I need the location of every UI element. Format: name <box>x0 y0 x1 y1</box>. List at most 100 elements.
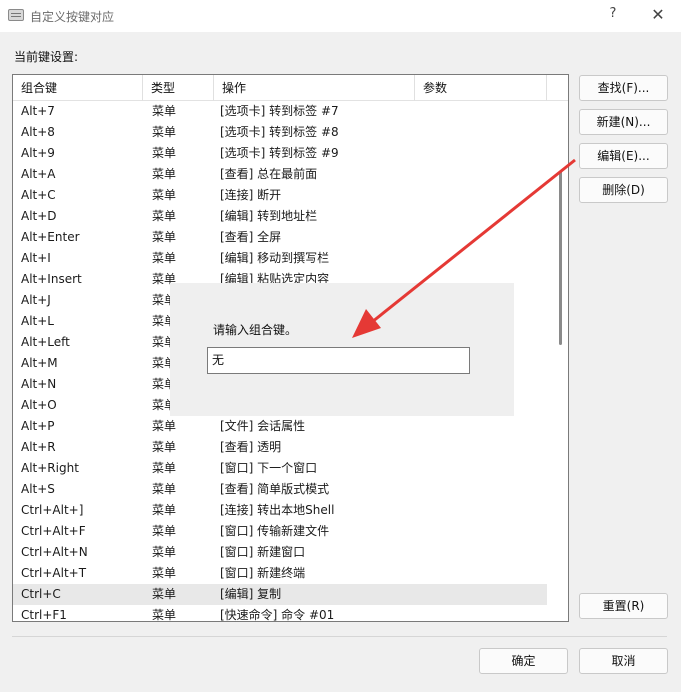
key-cell: Alt+N <box>21 377 57 391</box>
key-cell: Alt+Insert <box>21 272 82 286</box>
key-cell: Alt+L <box>21 314 54 328</box>
action-cell: [选项卡] 转到标签 #7 <box>220 104 339 118</box>
key-cell: Ctrl+Alt+] <box>21 503 84 517</box>
key-combination-input[interactable]: 无 <box>207 347 470 374</box>
action-cell: [编辑] 转到地址栏 <box>220 209 318 223</box>
delete-button[interactable]: 删除(D) <box>579 177 668 203</box>
footer-divider <box>12 636 667 637</box>
key-cell: Alt+9 <box>21 146 55 160</box>
key-cell: Alt+O <box>21 398 57 412</box>
key-cell: Alt+S <box>21 482 55 496</box>
table-row[interactable]: Alt+7 菜单 [选项卡] 转到标签 #7 <box>13 101 547 122</box>
ok-button[interactable]: 确定 <box>479 648 568 674</box>
column-header-action[interactable]: 操作 <box>214 75 415 101</box>
key-cell: Alt+8 <box>21 125 55 139</box>
table-row[interactable]: Alt+A 菜单 [查看] 总在最前面 <box>13 164 547 185</box>
key-cell: Alt+Right <box>21 461 79 475</box>
type-cell: 菜单 <box>152 503 177 517</box>
action-cell: [连接] 断开 <box>220 188 282 202</box>
column-header-key[interactable]: 组合键 <box>13 75 143 101</box>
key-cell: Alt+Left <box>21 335 70 349</box>
action-cell: [编辑] 移动到撰写栏 <box>220 251 330 265</box>
action-cell: [查看] 透明 <box>220 440 282 454</box>
key-cell: Alt+J <box>21 293 51 307</box>
type-cell: 菜单 <box>152 461 177 475</box>
table-row[interactable]: Alt+D 菜单 [编辑] 转到地址栏 <box>13 206 547 227</box>
key-cell: Alt+7 <box>21 104 55 118</box>
type-cell: 菜单 <box>152 209 177 223</box>
table-row[interactable]: Ctrl+Alt+T 菜单 [窗口] 新建终端 <box>13 563 547 584</box>
type-cell: 菜单 <box>152 482 177 496</box>
action-cell: [文件] 会话属性 <box>220 419 306 433</box>
find-button[interactable]: 查找(F)... <box>579 75 668 101</box>
type-cell: 菜单 <box>152 188 177 202</box>
type-cell: 菜单 <box>152 587 177 601</box>
close-button[interactable]: ✕ <box>646 5 670 25</box>
table-row[interactable]: Alt+P 菜单 [文件] 会话属性 <box>13 416 547 437</box>
type-cell: 菜单 <box>152 419 177 433</box>
key-cell: Alt+P <box>21 419 55 433</box>
table-row[interactable]: Alt+S 菜单 [查看] 简单版式模式 <box>13 479 547 500</box>
vertical-scrollbar[interactable] <box>554 101 568 621</box>
key-cell: Alt+M <box>21 356 58 370</box>
action-cell: [查看] 全屏 <box>220 230 282 244</box>
column-header-param[interactable]: 参数 <box>415 75 547 101</box>
key-cell: Ctrl+Alt+N <box>21 545 88 559</box>
action-cell: [选项卡] 转到标签 #8 <box>220 125 339 139</box>
key-cell: Alt+R <box>21 440 56 454</box>
table-row[interactable]: Ctrl+Alt+F 菜单 [窗口] 传输新建文件 <box>13 521 547 542</box>
table-row[interactable]: Alt+Enter 菜单 [查看] 全屏 <box>13 227 547 248</box>
new-button[interactable]: 新建(N)... <box>579 109 668 135</box>
type-cell: 菜单 <box>152 104 177 118</box>
action-cell: [快速命令] 命令 #01 <box>220 608 335 622</box>
table-row[interactable]: Alt+R 菜单 [查看] 透明 <box>13 437 547 458</box>
cancel-button[interactable]: 取消 <box>579 648 668 674</box>
type-cell: 菜单 <box>152 545 177 559</box>
type-cell: 菜单 <box>152 167 177 181</box>
edit-button[interactable]: 编辑(E)... <box>579 143 668 169</box>
action-cell: [窗口] 下一个窗口 <box>220 461 318 475</box>
key-cell: Ctrl+C <box>21 587 61 601</box>
table-row[interactable]: Alt+C 菜单 [连接] 断开 <box>13 185 547 206</box>
list-header: 组合键 类型 操作 参数 <box>13 75 568 101</box>
key-cell: Alt+Enter <box>21 230 80 244</box>
type-cell: 菜单 <box>152 251 177 265</box>
key-cell: Alt+A <box>21 167 56 181</box>
reset-button[interactable]: 重置(R) <box>579 593 668 619</box>
key-cell: Alt+D <box>21 209 57 223</box>
type-cell: 菜单 <box>152 230 177 244</box>
action-cell: [选项卡] 转到标签 #9 <box>220 146 339 160</box>
table-row[interactable]: Ctrl+C 菜单 [编辑] 复制 <box>13 584 547 605</box>
type-cell: 菜单 <box>152 608 177 622</box>
key-cell: Ctrl+F1 <box>21 608 67 622</box>
table-row[interactable]: Alt+8 菜单 [选项卡] 转到标签 #8 <box>13 122 547 143</box>
type-cell: 菜单 <box>152 146 177 160</box>
key-cell: Alt+C <box>21 188 56 202</box>
key-cell: Alt+I <box>21 251 51 265</box>
table-row[interactable]: Ctrl+F1 菜单 [快速命令] 命令 #01 <box>13 605 547 622</box>
action-cell: [查看] 简单版式模式 <box>220 482 330 496</box>
column-header-type[interactable]: 类型 <box>143 75 214 101</box>
action-cell: [窗口] 新建终端 <box>220 566 306 580</box>
table-row[interactable]: Ctrl+Alt+N 菜单 [窗口] 新建窗口 <box>13 542 547 563</box>
action-cell: [窗口] 传输新建文件 <box>220 524 330 538</box>
title-bar: 自定义按键对应 ? ✕ <box>0 0 681 32</box>
type-cell: 菜单 <box>152 566 177 580</box>
keyboard-icon <box>8 9 24 21</box>
action-cell: [编辑] 复制 <box>220 587 282 601</box>
type-cell: 菜单 <box>152 524 177 538</box>
key-capture-prompt: 请输入组合键。 <box>213 323 298 337</box>
table-row[interactable]: Ctrl+Alt+] 菜单 [连接] 转出本地Shell <box>13 500 547 521</box>
current-key-settings-label: 当前键设置: <box>14 50 79 64</box>
table-row[interactable]: Alt+I 菜单 [编辑] 移动到撰写栏 <box>13 248 547 269</box>
scrollbar-thumb[interactable] <box>559 171 562 345</box>
type-cell: 菜单 <box>152 440 177 454</box>
action-cell: [窗口] 新建窗口 <box>220 545 306 559</box>
key-capture-panel: 请输入组合键。 无 <box>170 283 514 416</box>
key-cell: Ctrl+Alt+F <box>21 524 86 538</box>
table-row[interactable]: Alt+Right 菜单 [窗口] 下一个窗口 <box>13 458 547 479</box>
type-cell: 菜单 <box>152 125 177 139</box>
action-cell: [连接] 转出本地Shell <box>220 503 335 517</box>
help-button[interactable]: ? <box>603 6 623 24</box>
table-row[interactable]: Alt+9 菜单 [选项卡] 转到标签 #9 <box>13 143 547 164</box>
